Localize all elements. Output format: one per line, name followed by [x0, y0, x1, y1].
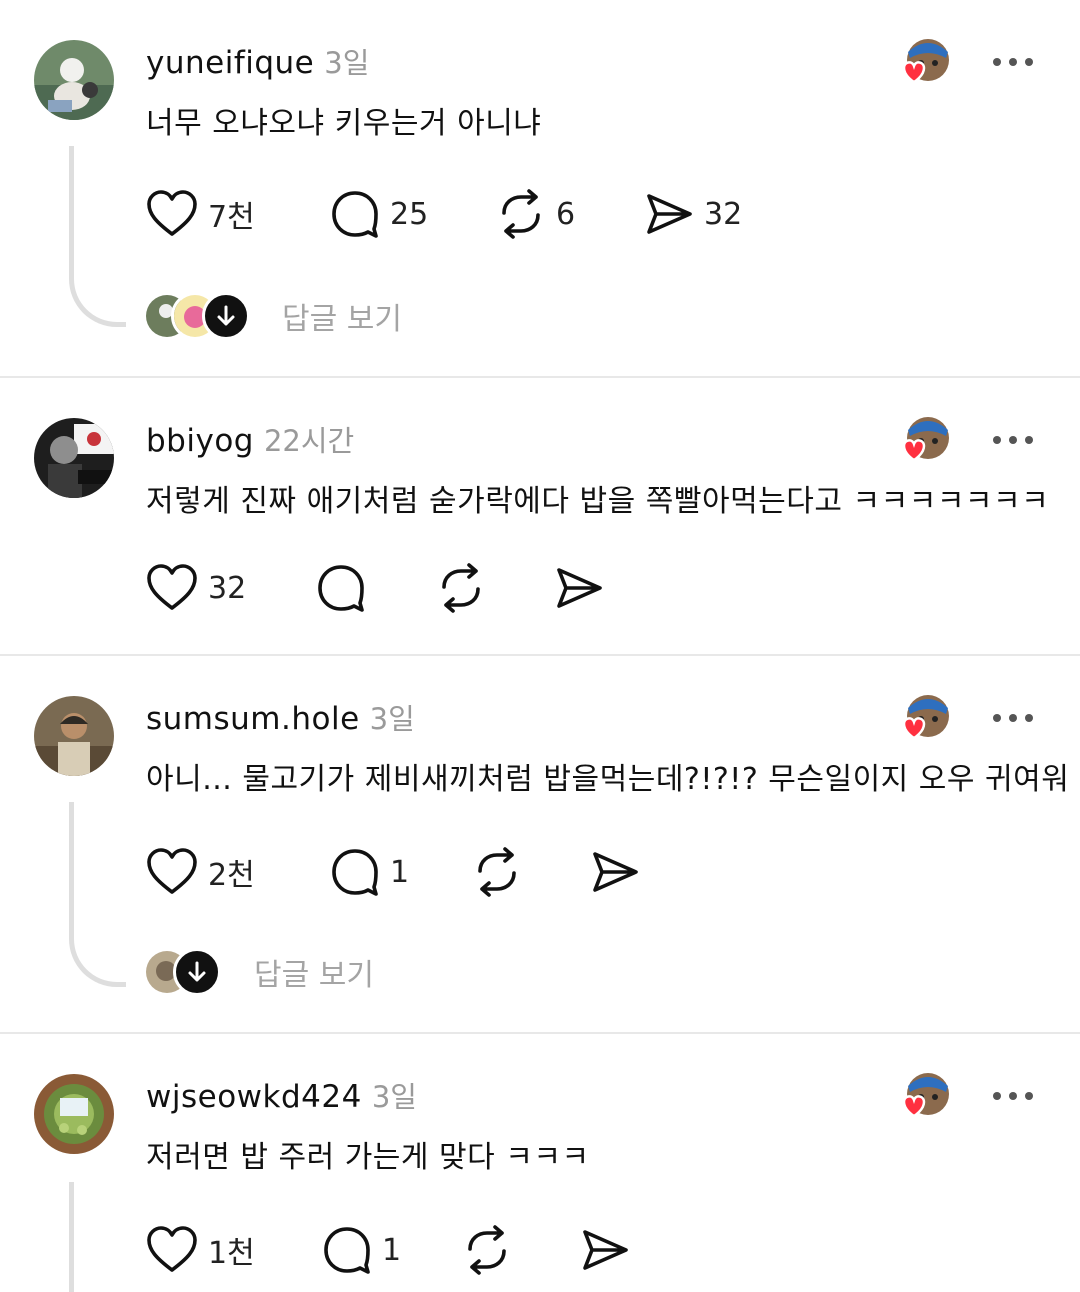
repost-button[interactable] — [436, 562, 486, 614]
view-replies-label[interactable]: 답글 보기 — [282, 294, 402, 338]
repost-button[interactable] — [462, 1224, 512, 1276]
comment-count: 1 — [382, 1232, 402, 1268]
comment-button[interactable]: 25 — [330, 188, 428, 240]
repost-icon — [442, 563, 480, 613]
send-icon — [647, 194, 692, 234]
more-dots-icon[interactable] — [988, 422, 1038, 458]
username[interactable]: bbiyog — [146, 423, 254, 459]
comment-bubble-icon — [318, 565, 364, 612]
timestamp: 22시간 — [263, 424, 355, 458]
timestamp: 3일 — [369, 702, 415, 736]
action-bar: 1천 1 — [146, 1224, 666, 1276]
view-replies-label[interactable]: 답글 보기 — [254, 950, 374, 994]
repost-button[interactable]: 6 — [496, 188, 575, 240]
more-dots-icon[interactable] — [988, 44, 1038, 80]
avatar[interactable] — [34, 696, 114, 776]
liked-by-author-avatar — [890, 416, 952, 472]
more-dots-icon[interactable] — [988, 1078, 1038, 1114]
like-button[interactable]: 2천 — [146, 846, 255, 898]
arrow-down-icon — [202, 292, 250, 340]
view-replies-row[interactable]: 답글 보기 — [143, 948, 374, 996]
post-text: 저러면 밥 주러 가는게 맞다 ㅋㅋㅋ — [146, 1140, 590, 1175]
repost-icon — [502, 189, 540, 239]
post-header: sumsum.hole 3일 — [146, 696, 415, 740]
heart-icon — [147, 848, 197, 894]
liked-by-author-avatar — [890, 1072, 952, 1128]
username[interactable]: wjseowkd424 — [146, 1079, 362, 1115]
heart-icon — [147, 190, 197, 236]
liked-by-author-avatar — [890, 38, 952, 94]
comment-count: 25 — [390, 196, 429, 232]
repost-icon — [478, 847, 516, 897]
like-count: 2천 — [208, 858, 255, 893]
post-header: bbiyog 22시간 — [146, 418, 354, 462]
post-text: 너무 오냐오냐 키우는거 아니냐 — [146, 106, 542, 141]
comment-button[interactable]: 1 — [322, 1224, 401, 1276]
post-1: yuneifique 3일 너무 오냐오냐 키우는거 아니냐 7천 25 6 3… — [0, 0, 1080, 376]
comment-count: 1 — [390, 854, 410, 890]
repost-button[interactable] — [472, 846, 522, 898]
reply-avatars — [143, 948, 226, 996]
share-button[interactable] — [590, 846, 640, 898]
like-count: 32 — [208, 570, 247, 606]
liked-by-author-avatar — [890, 694, 952, 750]
share-button[interactable]: 32 — [644, 188, 742, 240]
thread-line — [69, 1182, 126, 1292]
share-button[interactable] — [580, 1224, 630, 1276]
reply-avatars — [143, 292, 256, 340]
like-button[interactable]: 7천 — [146, 188, 255, 240]
comment-button[interactable] — [316, 562, 366, 614]
like-count: 1천 — [208, 1236, 255, 1271]
action-bar: 7천 25 6 32 — [146, 188, 846, 240]
repost-icon — [468, 1225, 506, 1275]
post-2: bbiyog 22시간 저렇게 진짜 애기처럼 숟가락에다 밥을 쪽빨아먹는다고… — [0, 378, 1080, 654]
post-text: 아니... 물고기가 제비새끼처럼 밥을먹는데?!?!? 무슨일이지 오우 귀여… — [146, 762, 1070, 797]
username[interactable]: sumsum.hole — [146, 701, 360, 737]
post-header: yuneifique 3일 — [146, 40, 369, 84]
comment-bubble-icon — [332, 191, 378, 238]
timestamp: 3일 — [371, 1080, 417, 1114]
comment-bubble-icon — [332, 849, 378, 896]
send-icon — [557, 568, 602, 608]
avatar[interactable] — [34, 418, 114, 498]
thread-line — [69, 146, 126, 327]
heart-icon — [147, 1226, 197, 1272]
like-count: 7천 — [208, 200, 255, 235]
send-icon — [583, 1230, 628, 1270]
arrow-down-icon — [173, 948, 221, 996]
post-text: 저렇게 진짜 애기처럼 숟가락에다 밥을 쪽빨아먹는다고 ㅋㅋㅋㅋㅋㅋㅋ — [146, 484, 1050, 519]
comment-bubble-icon — [324, 1227, 370, 1274]
timestamp: 3일 — [324, 46, 370, 80]
view-replies-row[interactable]: 답글 보기 — [143, 292, 402, 340]
share-count: 32 — [704, 196, 743, 232]
like-button[interactable]: 1천 — [146, 1224, 255, 1276]
heart-icon — [147, 564, 197, 610]
like-button[interactable]: 32 — [146, 562, 246, 614]
post-3: sumsum.hole 3일 아니... 물고기가 제비새끼처럼 밥을먹는데?!… — [0, 656, 1080, 1032]
send-icon — [593, 852, 638, 892]
more-dots-icon[interactable] — [988, 700, 1038, 736]
avatar[interactable] — [34, 40, 114, 120]
post-header: wjseowkd424 3일 — [146, 1074, 417, 1118]
post-4: wjseowkd424 3일 저러면 밥 주러 가는게 맞다 ㅋㅋㅋ 1천 1 — [0, 1034, 1080, 1292]
action-bar: 2천 1 — [146, 846, 666, 898]
username[interactable]: yuneifique — [146, 45, 314, 81]
action-bar: 32 — [146, 562, 646, 614]
avatar[interactable] — [34, 1074, 114, 1154]
share-button[interactable] — [554, 562, 604, 614]
comment-button[interactable]: 1 — [330, 846, 409, 898]
repost-count: 6 — [556, 196, 576, 232]
thread-line — [69, 802, 126, 987]
